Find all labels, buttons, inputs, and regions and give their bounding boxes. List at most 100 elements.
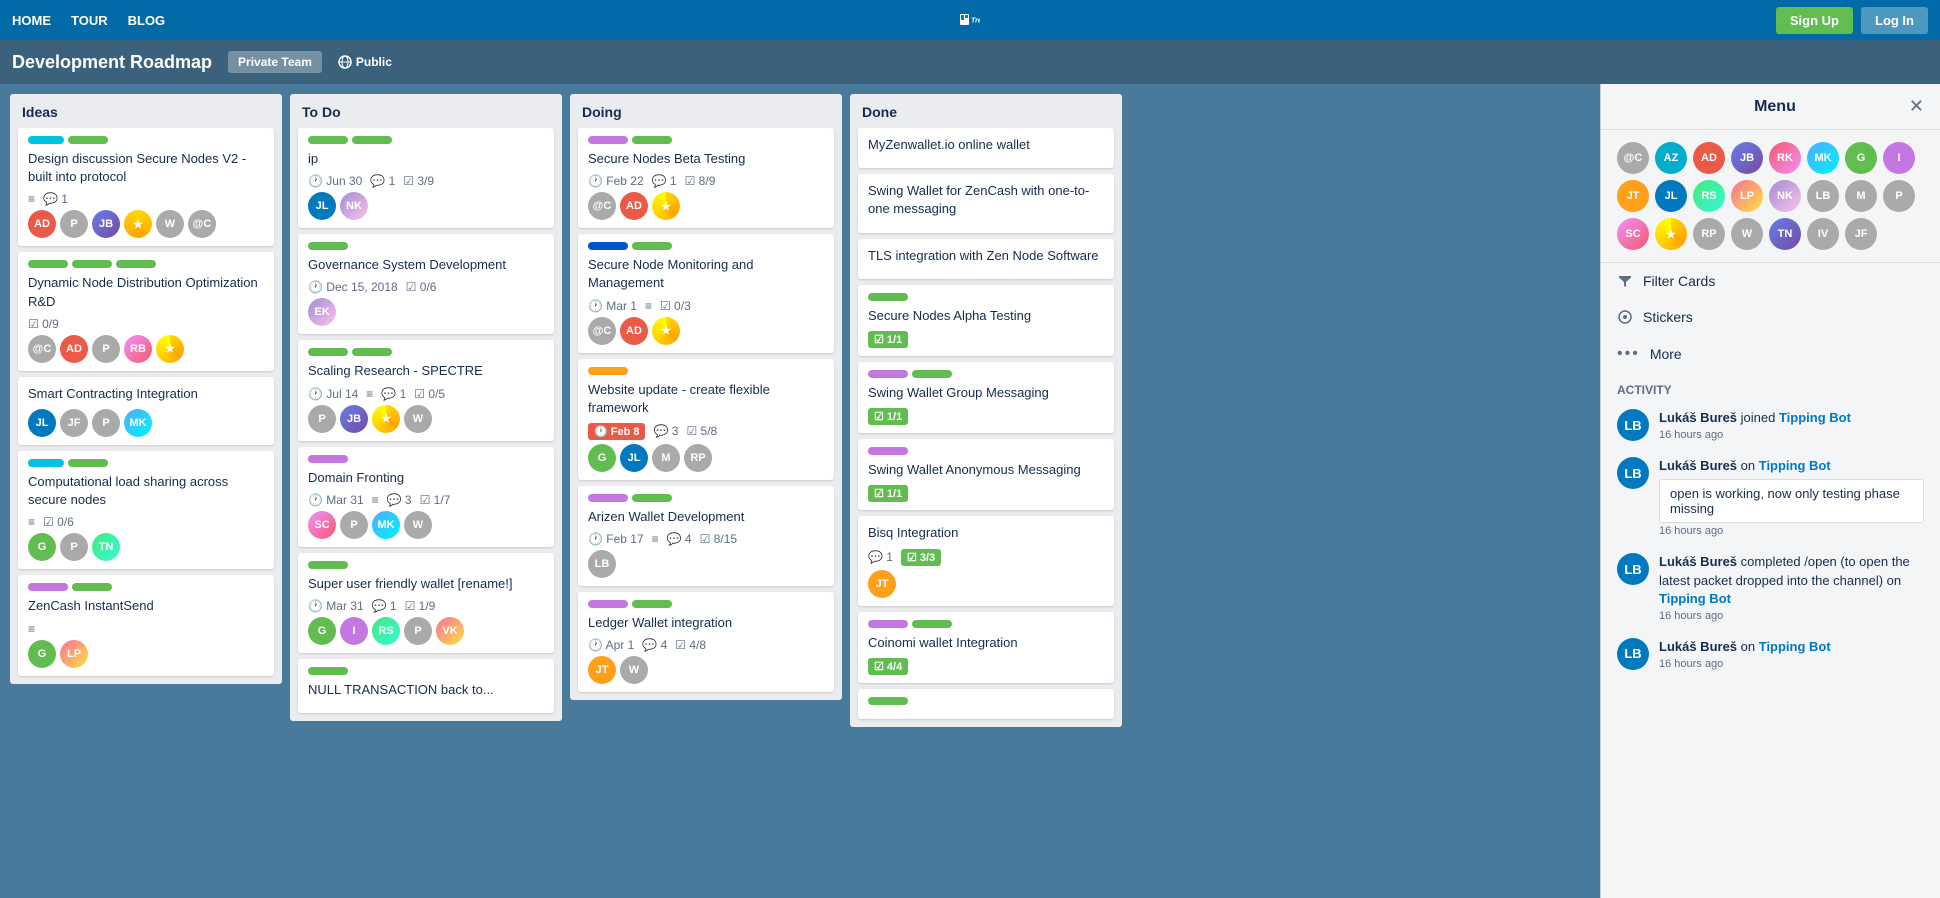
card-secure-node-monitoring[interactable]: Secure Node Monitoring and Management 🕐 …	[578, 234, 834, 352]
member-ad[interactable]: AD	[1693, 142, 1725, 174]
card-design-discussion[interactable]: Design discussion Secure Nodes V2 - buil…	[18, 128, 274, 246]
card-comments: 💬 3	[653, 424, 678, 438]
activity-avatar-4: LB	[1617, 638, 1649, 670]
card-bisq-integration[interactable]: Bisq Integration 💬 1 ☑ 3/3 JT	[858, 516, 1114, 605]
card-swing-wallet-anon[interactable]: Swing Wallet Anonymous Messaging ☑ 1/1	[858, 439, 1114, 510]
member-photo6[interactable]: NK	[1769, 180, 1801, 212]
member-i[interactable]: I	[1883, 142, 1915, 174]
board-header: Development Roadmap Private Team Public	[0, 40, 1940, 84]
list-header-ideas: Ideas	[10, 94, 282, 128]
card-checklist: ☑ 0/9	[28, 317, 59, 331]
member-photo5[interactable]: LP	[1731, 180, 1763, 212]
card-scaling-research[interactable]: Scaling Research - SPECTRE 🕐 Jul 14 ≡ 💬 …	[298, 340, 554, 440]
member-photo3[interactable]: MK	[1807, 142, 1839, 174]
member-spark[interactable]: ★	[1655, 218, 1687, 250]
stickers-icon	[1617, 309, 1633, 325]
card-checklist: ☑ 5/8	[686, 424, 717, 438]
board-public-badge[interactable]: Public	[338, 55, 392, 69]
card-secure-nodes-alpha[interactable]: Secure Nodes Alpha Testing ☑ 1/1	[858, 285, 1114, 356]
member-photo8[interactable]: TN	[1769, 218, 1801, 250]
card-comments: 💬 1	[372, 599, 397, 613]
activity-link-4[interactable]: Tipping Bot	[1759, 639, 1831, 654]
card-domain-fronting[interactable]: Domain Fronting 🕐 Mar 31 ≡ 💬 3 ☑ 1/7 SC …	[298, 447, 554, 547]
card-title: Swing Wallet Anonymous Messaging	[868, 461, 1104, 479]
menu-filter-cards[interactable]: Filter Cards	[1601, 263, 1940, 299]
card-title: Super user friendly wallet [rename!]	[308, 575, 544, 593]
member-c[interactable]: @C	[1617, 142, 1649, 174]
label-green2	[352, 348, 392, 356]
nav-tour[interactable]: TOUR	[71, 13, 108, 28]
member-m[interactable]: M	[1845, 180, 1877, 212]
signup-button[interactable]: Sign Up	[1776, 7, 1853, 34]
card-comments: 💬 4	[667, 532, 692, 546]
member-g[interactable]: G	[1845, 142, 1877, 174]
card-title: Swing Wallet Group Messaging	[868, 384, 1104, 402]
card-tls-integration[interactable]: TLS integration with Zen Node Software	[858, 239, 1114, 279]
menu-close-button[interactable]: ✕	[1909, 96, 1924, 117]
card-coinomi-wallet[interactable]: Coinomi wallet Integration ☑ 4/4	[858, 612, 1114, 683]
menu-stickers[interactable]: Stickers	[1601, 299, 1940, 335]
card-title: Secure Nodes Beta Testing	[588, 150, 824, 168]
card-labels	[28, 136, 264, 144]
card-governance[interactable]: Governance System Development 🕐 Dec 15, …	[298, 234, 554, 334]
card-desc: ≡	[652, 532, 659, 546]
avatar-g: G	[28, 640, 56, 668]
member-iv[interactable]: IV	[1807, 218, 1839, 250]
member-jl[interactable]: JL	[1655, 180, 1687, 212]
nav-blog[interactable]: BLOG	[128, 13, 166, 28]
card-website-update[interactable]: Website update - create flexible framewo…	[578, 359, 834, 480]
member-photo1[interactable]: JB	[1731, 142, 1763, 174]
card-smart-contracting[interactable]: Smart Contracting Integration JL JF P MK	[18, 377, 274, 445]
card-desc: ≡	[28, 515, 35, 529]
label-green	[632, 494, 672, 502]
member-photo4[interactable]: RS	[1693, 180, 1725, 212]
card-computational-load[interactable]: Computational load sharing across secure…	[18, 451, 274, 569]
activity-link-3[interactable]: Tipping Bot	[1659, 591, 1731, 606]
menu-more[interactable]: ••• More	[1601, 335, 1940, 373]
nav-right: Sign Up Log In	[1776, 7, 1928, 34]
card-done-9[interactable]	[858, 689, 1114, 719]
avatar-photo7: EK	[308, 298, 336, 326]
avatar-g: G	[588, 444, 616, 472]
card-ledger-wallet[interactable]: Ledger Wallet integration 🕐 Apr 1 💬 4 ☑ …	[578, 592, 834, 692]
nav-home[interactable]: HOME	[12, 13, 51, 28]
member-photo7[interactable]: SC	[1617, 218, 1649, 250]
card-secure-nodes-beta[interactable]: Secure Nodes Beta Testing 🕐 Feb 22 💬 1 ☑…	[578, 128, 834, 228]
activity-time-1: 16 hours ago	[1659, 429, 1924, 441]
card-dynamic-node[interactable]: Dynamic Node Distribution Optimization R…	[18, 252, 274, 370]
card-ip[interactable]: ip 🕐 Jun 30 💬 1 ☑ 3/9 JL NK	[298, 128, 554, 228]
card-checklist: ☑ 3/9	[403, 174, 434, 188]
card-null-transaction[interactable]: NULL TRANSACTION back to...	[298, 659, 554, 713]
avatar-lb: LB	[588, 550, 616, 578]
member-jt[interactable]: JT	[1617, 180, 1649, 212]
label-green	[308, 561, 348, 569]
activity-link-1[interactable]: Tipping Bot	[1779, 410, 1851, 425]
member-photo2[interactable]: RK	[1769, 142, 1801, 174]
label-green	[68, 459, 108, 467]
member-az[interactable]: AZ	[1655, 142, 1687, 174]
board-content: Ideas Design discussion Secure Nodes V2 …	[0, 84, 1600, 898]
card-super-wallet[interactable]: Super user friendly wallet [rename!] 🕐 M…	[298, 553, 554, 653]
card-zencash-instantsend[interactable]: ZenCash InstantSend ≡ G LP	[18, 575, 274, 675]
member-rp[interactable]: RP	[1693, 218, 1725, 250]
login-button[interactable]: Log In	[1861, 7, 1928, 34]
activity-item-3: LB Lukáš Bureš completed /open (to open …	[1601, 545, 1940, 630]
card-arizen-wallet[interactable]: Arizen Wallet Development 🕐 Feb 17 ≡ 💬 4…	[578, 486, 834, 586]
member-jf[interactable]: JF	[1845, 218, 1877, 250]
board-visibility-badge[interactable]: Private Team	[228, 51, 322, 73]
member-p[interactable]: P	[1883, 180, 1915, 212]
card-comments: 💬 1	[43, 192, 68, 206]
card-swing-wallet-one-to-one[interactable]: Swing Wallet for ZenCash with one-to-one…	[858, 174, 1114, 232]
activity-link-2[interactable]: Tipping Bot	[1759, 458, 1831, 473]
card-myzenwallet[interactable]: MyZenwallet.io online wallet	[858, 128, 1114, 168]
card-swing-wallet-group[interactable]: Swing Wallet Group Messaging ☑ 1/1	[858, 362, 1114, 433]
member-w[interactable]: W	[1731, 218, 1763, 250]
activity-item-2: LB Lukáš Bureš on Tipping Bot open is wo…	[1601, 449, 1940, 545]
avatar-photo1: JB	[92, 210, 120, 238]
avatar-photo6: NK	[340, 192, 368, 220]
label-purple	[868, 370, 908, 378]
member-lb[interactable]: LB	[1807, 180, 1839, 212]
trello-logo-icon: Trello	[960, 10, 980, 30]
avatar-ad: AD	[28, 210, 56, 238]
card-labels	[588, 494, 824, 502]
